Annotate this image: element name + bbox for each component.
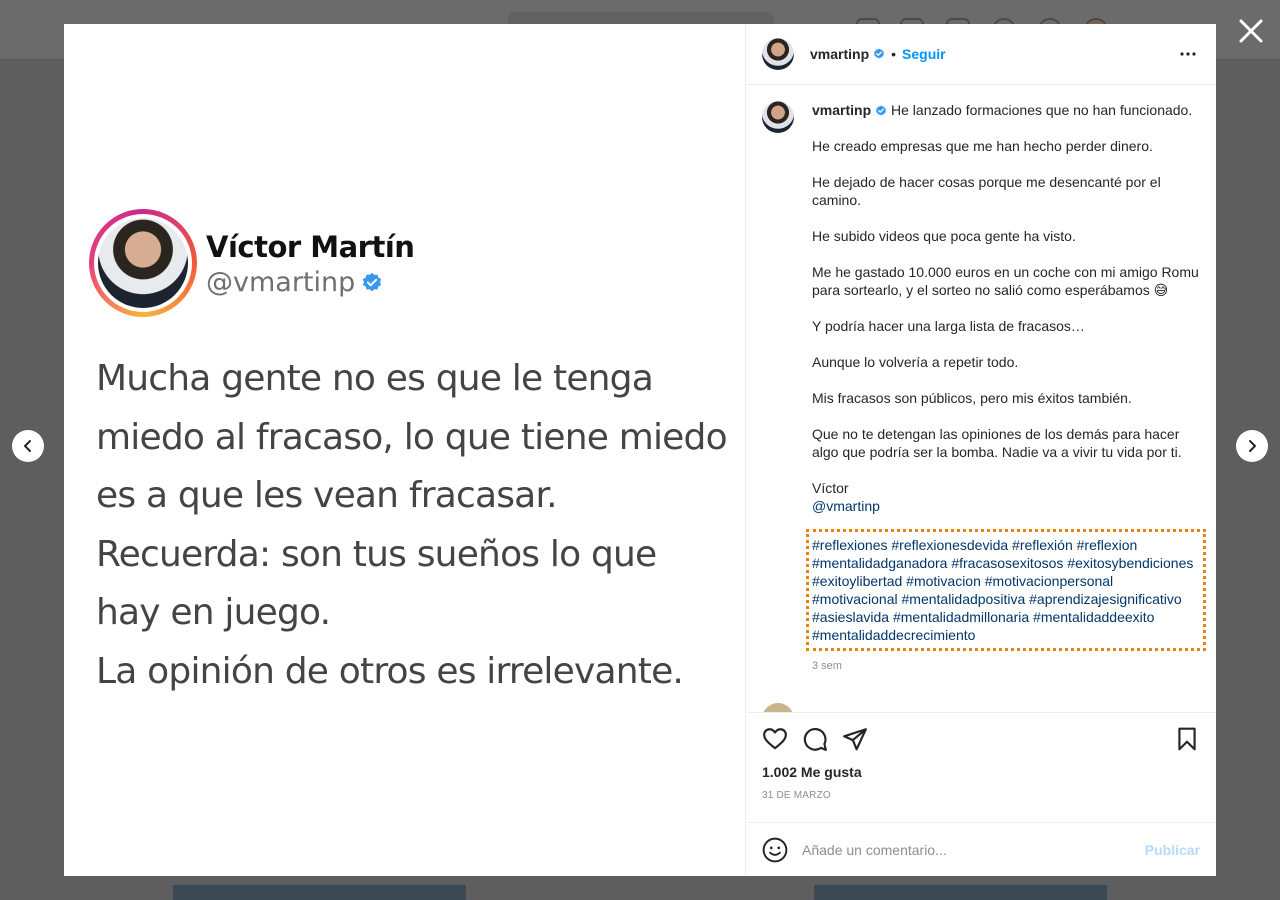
quote-line: es a que les vean fracasar.: [96, 475, 558, 517]
quote-author-avatar: [89, 209, 197, 317]
hashtag-link[interactable]: #mentalidaddeexito: [1033, 609, 1154, 625]
separator-dot: •: [891, 46, 897, 62]
quote-text: Mucha gente no es que le tenga miedo al …: [96, 350, 736, 702]
hashtag-link[interactable]: #reflexiones: [812, 537, 888, 553]
hashtag-link[interactable]: #reflexion: [1077, 537, 1138, 553]
post-header: vmartinp • Seguir: [746, 24, 1216, 85]
publish-button[interactable]: Publicar: [1145, 842, 1200, 858]
verified-badge-icon: [363, 272, 382, 291]
quote-handle-text: @vmartinp: [206, 267, 356, 298]
like-heart-icon[interactable]: [762, 726, 788, 752]
next-post-button[interactable]: [1236, 430, 1268, 462]
close-button[interactable]: [1234, 14, 1268, 48]
caption-signature: Víctor: [812, 480, 849, 496]
comment-composer: Publicar: [746, 822, 1216, 876]
caption-paragraph: Mis fracasos son públicos, pero mis éxit…: [812, 390, 1132, 406]
caption-author-username[interactable]: vmartinp: [812, 102, 871, 118]
quote-author-name: Víctor Martín: [206, 230, 415, 264]
bookmark-save-icon[interactable]: [1174, 726, 1200, 752]
quote-line: La opinión de otros es irrelevante.: [96, 650, 684, 692]
post-sidebar: vmartinp • Seguir vmartinp He lanzado fo…: [746, 24, 1216, 876]
caption-paragraph: Y podría hacer una larga lista de fracas…: [812, 318, 1085, 334]
mention-link[interactable]: @vmartinp: [812, 498, 880, 514]
emoji-icon[interactable]: [762, 837, 788, 863]
post-actions: 1.002 Me gusta 31 DE MARZO: [746, 712, 1216, 822]
post-modal: Víctor Martín @vmartinp Mucha gente no e…: [64, 24, 1216, 876]
more-options-icon[interactable]: [1176, 42, 1200, 66]
comment-input[interactable]: [802, 841, 1145, 858]
verified-badge-icon: [874, 48, 885, 59]
caption-first-line: He lanzado formaciones que no han funcio…: [891, 102, 1193, 118]
hashtag-link[interactable]: #reflexión: [1012, 537, 1073, 553]
chevron-right-icon: [1249, 440, 1256, 452]
hashtag-link[interactable]: #motivacionpersonal: [985, 573, 1113, 589]
share-send-icon[interactable]: [842, 726, 868, 752]
follow-button[interactable]: Seguir: [902, 46, 946, 62]
post-image: Víctor Martín @vmartinp Mucha gente no e…: [64, 24, 746, 876]
hashtag-link[interactable]: #mentalidadmillonaria: [893, 609, 1029, 625]
quote-line: miedo al fracaso, lo que tiene miedo: [96, 416, 728, 458]
like-count[interactable]: 1.002 Me gusta: [762, 764, 1200, 780]
comment-bubble-icon[interactable]: [802, 726, 828, 752]
hashtag-link[interactable]: #exitoylibertad: [812, 573, 902, 589]
quote-line: hay en juego.: [96, 592, 331, 634]
author-username[interactable]: vmartinp: [810, 46, 869, 62]
quote-line: Mucha gente no es que le tenga: [96, 358, 654, 399]
author-avatar[interactable]: [762, 38, 794, 70]
hashtag-link[interactable]: #fracasosexitosos: [951, 555, 1063, 571]
hashtag-link[interactable]: #mentalidadganadora: [812, 555, 947, 571]
caption-paragraph: He subido videos que poca gente ha visto…: [812, 228, 1076, 244]
verified-badge-icon: [876, 105, 887, 116]
caption-body: vmartinp He lanzado formaciones que no h…: [806, 101, 1206, 675]
caption-paragraph: Aunque lo volvería a repetir todo.: [812, 354, 1019, 370]
caption-paragraph: Que no te detengan las opiniones de los …: [812, 426, 1182, 460]
hashtag-link[interactable]: #motivacional: [812, 591, 898, 607]
quote-author-handle: @vmartinp: [206, 267, 383, 298]
hashtag-link[interactable]: #asieslavida: [812, 609, 889, 625]
caption-paragraph: He creado empresas que me han hecho perd…: [812, 138, 1153, 154]
hashtag-link[interactable]: #mentalidaddecrecimiento: [812, 627, 975, 643]
previous-post-button[interactable]: [12, 430, 44, 462]
background-post-thumbnail: [814, 885, 1107, 900]
post-date[interactable]: 31 DE MARZO: [762, 790, 1200, 801]
chevron-left-icon: [24, 440, 31, 452]
next-comment-avatar[interactable]: [762, 703, 794, 712]
quote-line: Recuerda: son tus sueños lo que: [96, 533, 657, 575]
caption-paragraph: Me he gastado 10.000 euros en un coche c…: [812, 264, 1199, 298]
caption-paragraph: He dejado de hacer cosas porque me desen…: [812, 174, 1161, 208]
hashtag-link[interactable]: #exitosybendiciones: [1067, 555, 1193, 571]
hashtag-list: #reflexiones #reflexionesdevida #reflexi…: [806, 529, 1206, 651]
close-icon: [1239, 19, 1263, 43]
caption-timestamp[interactable]: 3 sem: [812, 657, 1200, 675]
background-post-thumbnail: [173, 885, 466, 900]
hashtag-link[interactable]: #mentalidadpositiva: [902, 591, 1026, 607]
hashtag-link[interactable]: #aprendizajesignificativo: [1029, 591, 1182, 607]
hashtag-link[interactable]: #reflexionesdevida: [891, 537, 1008, 553]
hashtag-link[interactable]: #motivacion: [906, 573, 981, 589]
comments-section[interactable]: vmartinp He lanzado formaciones que no h…: [746, 85, 1216, 712]
caption-author-avatar[interactable]: [762, 101, 794, 133]
caption: vmartinp He lanzado formaciones que no h…: [762, 101, 1206, 675]
